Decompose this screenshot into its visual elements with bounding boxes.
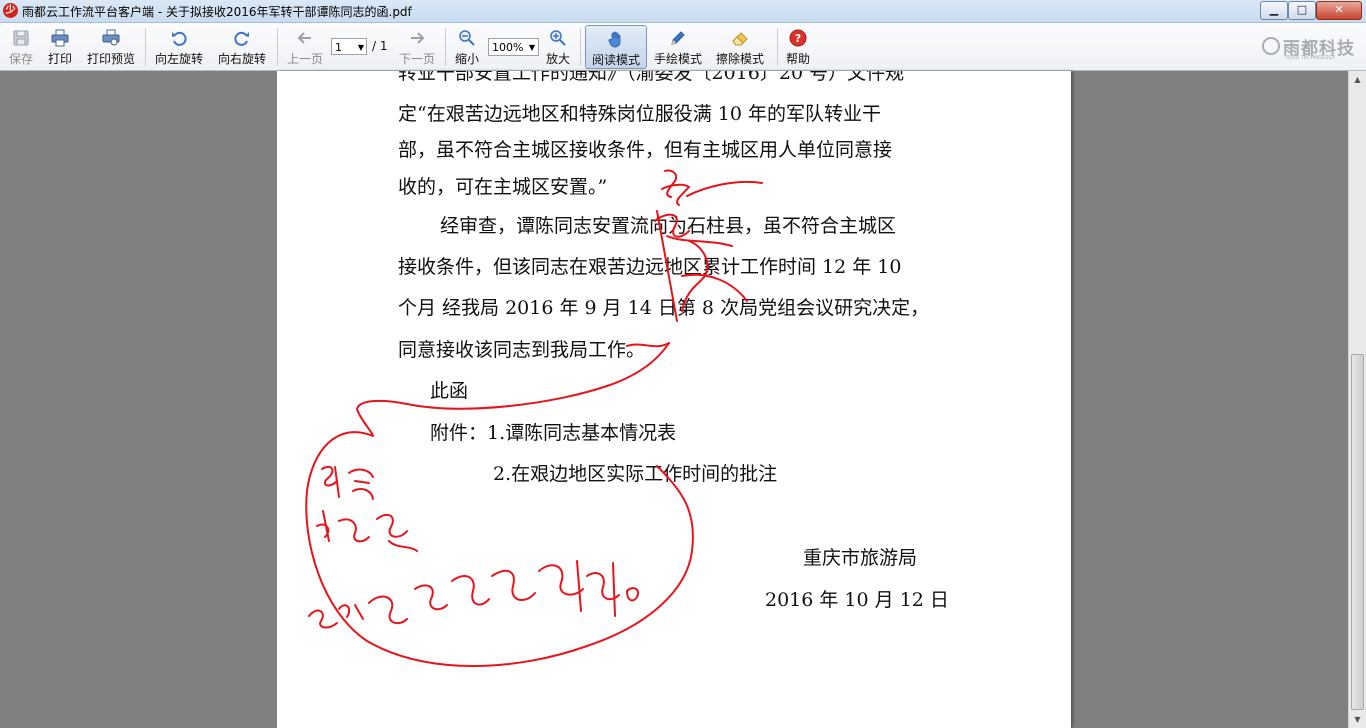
handwritten-annotation (305, 169, 763, 667)
help-label: 帮助 (785, 52, 810, 66)
minimize-button[interactable]: ▁ (1260, 1, 1288, 20)
toolbar-divider (145, 28, 146, 66)
doc-line: 转业干部安置工作的通知》（渝委发〔2016〕20 号）文件规 (398, 71, 905, 84)
prev-page-label: 上一页 (286, 52, 323, 66)
rotate-right-label: 向右旋转 (217, 52, 266, 66)
toolbar: 保存 打印 打印预览 向左旋转 向右旋转 上一页 1 ▼ / 1 下一页 缩小 … (0, 23, 1366, 71)
brand-subtitle: YUDU TECHNOLOGY (1285, 55, 1336, 61)
erase-mode-button[interactable]: 擦除模式 (712, 23, 768, 69)
print-preview-icon (102, 29, 120, 46)
close-button[interactable]: ✕ (1316, 1, 1362, 20)
zoom-out-icon (459, 30, 475, 46)
toolbar-divider (277, 28, 278, 66)
zoom-in-button[interactable]: 放大 (543, 23, 573, 69)
maximize-button[interactable]: □ (1288, 1, 1316, 20)
draw-mode-button[interactable]: 手绘模式 (650, 23, 706, 69)
doc-line: 定“在艰苦边远地区和特殊岗位服役满 10 年的军队转业干 (398, 103, 881, 125)
doc-line: 2.在艰边地区实际工作时间的批注 (493, 463, 778, 485)
chevron-down-icon: ▼ (528, 43, 535, 52)
zoom-out-button[interactable]: 缩小 (452, 23, 482, 69)
app-logo-icon: 少 (3, 3, 18, 18)
read-mode-label: 阅读模式 (591, 53, 640, 67)
zoom-in-label: 放大 (545, 52, 570, 66)
svg-text:?: ? (795, 32, 801, 45)
read-mode-button[interactable]: 阅读模式 (585, 25, 647, 69)
save-icon (13, 30, 29, 46)
doc-line: 部，虽不符合主城区接收条件，但有主城区用人单位同意接 (398, 139, 893, 161)
doc-line: 收的，可在主城区安置。” (398, 176, 608, 198)
scroll-up-icon[interactable]: ▲ (1349, 71, 1366, 88)
window-title: 雨都云工作流平台客户端 - 关于拟接收2016年军转干部谭陈同志的函.pdf (22, 5, 412, 19)
eraser-icon (732, 32, 748, 46)
brand-logo: 雨都科技 YUDU TECHNOLOGY (1262, 34, 1356, 62)
doc-line: 此函 (430, 380, 469, 402)
printer-icon (51, 29, 69, 47)
print-button[interactable]: 打印 (44, 23, 76, 69)
rotate-left-label: 向左旋转 (154, 52, 203, 66)
doc-line: 重庆市旅游局 (803, 547, 918, 569)
doc-line: 个月 经我局 2016 年 9 月 14 日第 8 次局党组会议研究决定， (398, 297, 930, 319)
rotate-left-button[interactable]: 向左旋转 (152, 23, 206, 69)
arrow-right-icon (411, 32, 425, 44)
save-label: 保存 (8, 52, 33, 66)
page-total: / 1 (372, 39, 388, 53)
print-preview-label: 打印预览 (86, 52, 135, 66)
help-button[interactable]: ? 帮助 (783, 23, 813, 69)
rotate-left-icon (172, 31, 187, 46)
doc-line: 附件：1.谭陈同志基本情况表 (430, 422, 677, 444)
next-page-button[interactable]: 下一页 (396, 23, 438, 69)
help-icon: ? (789, 29, 807, 47)
doc-line: 接收条件，但该同志在艰苦边远地区累计工作时间 12 年 10 (398, 256, 902, 278)
rotate-right-icon (234, 31, 249, 46)
zoom-out-label: 缩小 (454, 52, 479, 66)
brand-mark-icon (1262, 37, 1280, 55)
page-number-select[interactable]: 1 ▼ (331, 38, 367, 55)
hand-icon (608, 31, 621, 48)
scroll-down-icon[interactable]: ▼ (1349, 711, 1366, 728)
pen-icon (671, 31, 685, 45)
erase-mode-label: 擦除模式 (715, 52, 764, 66)
arrow-left-icon (297, 32, 311, 44)
zoom-level-select[interactable]: 100% ▼ (488, 38, 539, 56)
next-page-label: 下一页 (398, 52, 435, 66)
zoom-in-icon (550, 30, 566, 46)
toolbar-divider (777, 28, 778, 66)
toolbar-divider (580, 28, 581, 66)
title-bar: 少 雨都云工作流平台客户端 - 关于拟接收2016年军转干部谭陈同志的函.pdf… (0, 0, 1366, 23)
chevron-down-icon: ▼ (357, 43, 364, 52)
document-viewport[interactable]: 转业干部安置工作的通知》（渝委发〔2016〕20 号）文件规 定“在艰苦边远地区… (0, 71, 1348, 728)
draw-mode-label: 手绘模式 (653, 52, 702, 66)
doc-line: 同意接收该同志到我局工作。 (398, 339, 646, 361)
print-label: 打印 (47, 52, 72, 66)
rotate-right-button[interactable]: 向右旋转 (215, 23, 269, 69)
page-number-value: 1 (335, 41, 342, 54)
vertical-scrollbar[interactable]: ▲ ▼ (1348, 71, 1366, 728)
print-preview-button[interactable]: 打印预览 (84, 23, 138, 69)
zoom-level-value: 100% (492, 41, 524, 54)
pdf-page: 转业干部安置工作的通知》（渝委发〔2016〕20 号）文件规 定“在艰苦边远地区… (277, 71, 1071, 728)
prev-page-button[interactable]: 上一页 (284, 23, 326, 69)
scrollbar-thumb[interactable] (1351, 354, 1364, 710)
save-button[interactable]: 保存 (5, 23, 37, 69)
doc-line: 经审查，谭陈同志安置流向为石柱县，虽不符合主城区 (440, 215, 897, 237)
doc-line: 2016 年 10 月 12 日 (765, 589, 949, 611)
toolbar-divider (445, 28, 446, 66)
